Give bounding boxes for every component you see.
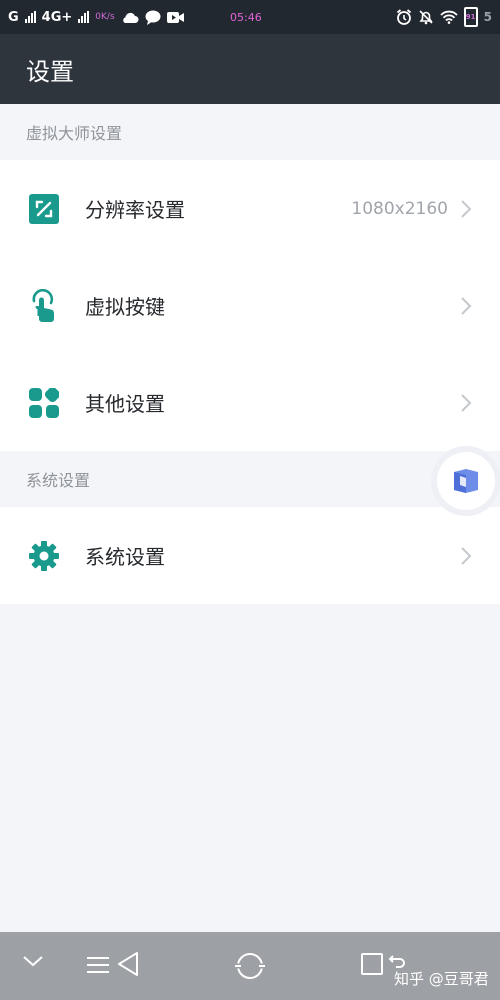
resolution-icon — [28, 193, 60, 225]
grid-apps-icon — [28, 387, 60, 419]
cloud-icon — [122, 12, 139, 23]
settings-item-label: 系统设置 — [85, 545, 165, 569]
status-time: 05:46 — [230, 10, 262, 24]
section-header-system: 系统设置 — [26, 471, 91, 490]
recents-square-icon[interactable] — [360, 952, 384, 976]
navigation-bar — [0, 932, 500, 1000]
net-speed: 0K/s — [95, 12, 115, 22]
section-header-virtual-master: 虚拟大师设置 — [26, 124, 123, 143]
settings-item-other[interactable]: 其他设置 — [0, 354, 500, 451]
menu-icon[interactable] — [86, 954, 110, 976]
chevron-right-icon — [461, 393, 472, 412]
settings-card-system: 系统设置 — [0, 507, 500, 604]
gear-icon — [28, 540, 60, 572]
status-bar: G 4G+ 0K/s 05:46 91 5 — [0, 0, 500, 34]
settings-card-virtual-master: 分辨率设置 1080x2160 虚拟按键 其他设置 — [0, 160, 500, 451]
signal-icon — [24, 11, 36, 23]
page-title: 设置 — [26, 57, 74, 86]
chat-bubble-icon — [145, 10, 161, 25]
chevron-right-icon — [461, 199, 472, 218]
network-label: 4G+ — [41, 9, 73, 25]
cube-icon — [454, 469, 478, 493]
mute-bell-icon — [419, 10, 433, 25]
home-icon[interactable] — [233, 950, 267, 982]
alarm-icon — [396, 9, 411, 25]
settings-item-label: 虚拟按键 — [85, 295, 165, 319]
settings-item-virtual-keys[interactable]: 虚拟按键 — [0, 257, 500, 354]
wifi-icon — [439, 10, 458, 24]
settings-item-label: 分辨率设置 — [85, 198, 185, 222]
battery-level: 91 — [465, 13, 476, 21]
settings-item-label: 其他设置 — [85, 392, 165, 416]
chevron-down-icon[interactable] — [22, 954, 44, 968]
battery-text: 5 — [483, 10, 492, 24]
watermark-text: 知乎 @豆哥君 — [394, 970, 489, 988]
signal-2-icon — [78, 11, 90, 23]
back-triangle-icon[interactable] — [116, 950, 140, 978]
settings-item-resolution[interactable]: 分辨率设置 1080x2160 — [0, 160, 500, 257]
floating-assistant-button[interactable] — [437, 452, 495, 510]
video-icon — [166, 11, 184, 23]
battery-icon: 91 — [463, 7, 478, 27]
app-header: 设置 — [0, 34, 500, 104]
settings-item-system[interactable]: 系统设置 — [0, 507, 500, 604]
chevron-right-icon — [461, 296, 472, 315]
resolution-value: 1080x2160 — [351, 198, 448, 219]
chevron-right-icon — [461, 546, 472, 565]
carrier-label: G — [8, 9, 19, 25]
touch-hand-icon — [28, 288, 60, 322]
watermark: 知乎 @豆哥君 — [394, 968, 489, 989]
